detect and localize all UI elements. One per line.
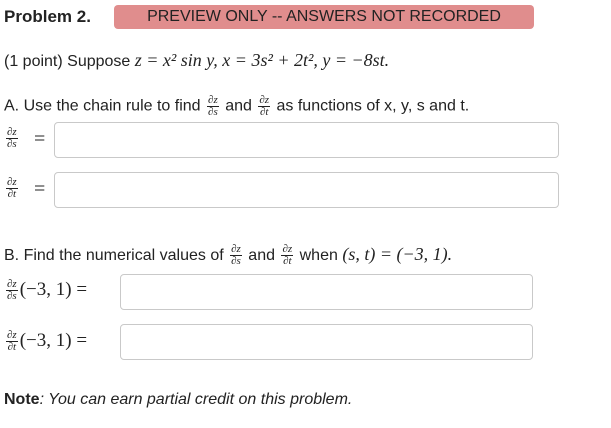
dz-dt-value-input[interactable] (120, 324, 533, 360)
points-text: (1 point) Suppose (4, 53, 131, 70)
part-a-prefix: A. Use the chain rule to find (4, 97, 201, 115)
part-b-prompt: B. Find the numerical values of ∂z ∂s and… (4, 244, 452, 267)
part-b-and: and (248, 247, 275, 264)
preview-only-badge: PREVIEW ONLY -- ANSWERS NOT RECORDED (114, 5, 534, 29)
note-text: : You can earn partial credit on this pr… (39, 391, 353, 408)
dz-ds-at-point-label: ∂z ∂s (−3, 1) = (6, 278, 88, 303)
equals-sign: = (34, 178, 46, 200)
dz-ds-label: ∂z ∂s (6, 126, 18, 150)
dz-dt-fraction: ∂z ∂t (258, 94, 271, 118)
part-b-condition: (s, t) = (−3, 1). (342, 244, 453, 264)
dz-ds-fraction: ∂z ∂s (207, 94, 219, 118)
dz-dt-at-point-label: ∂z ∂t (−3, 1) = (6, 329, 88, 354)
partial-credit-note: Note: You can earn partial credit on thi… (4, 391, 352, 409)
problem-equation: z = x² sin y, x = 3s² + 2t², y = −8st. (134, 50, 390, 70)
part-a-prompt: A. Use the chain rule to find ∂z ∂s and ∂… (4, 95, 469, 118)
dz-dt-fraction: ∂z ∂t (281, 243, 294, 268)
note-label: Note (4, 391, 40, 408)
dz-dt-label: ∂z ∂t (6, 176, 18, 200)
dz-ds-answer-input[interactable] (54, 122, 559, 158)
dz-ds-value-input[interactable] (120, 274, 533, 310)
problem-title: Problem 2. (4, 7, 91, 26)
dz-ds-fraction: ∂z ∂s (230, 243, 242, 268)
part-b-when: when (299, 247, 338, 264)
part-a-and: and (225, 97, 252, 115)
part-b-prefix: B. Find the numerical values of (4, 247, 224, 264)
equals-sign: = (34, 128, 46, 150)
part-a-suffix: as functions of x, y, s and t. (276, 97, 470, 115)
problem-statement: (1 point) Suppose z = x² sin y, x = 3s² … (4, 50, 389, 71)
dz-dt-answer-input[interactable] (54, 172, 559, 208)
